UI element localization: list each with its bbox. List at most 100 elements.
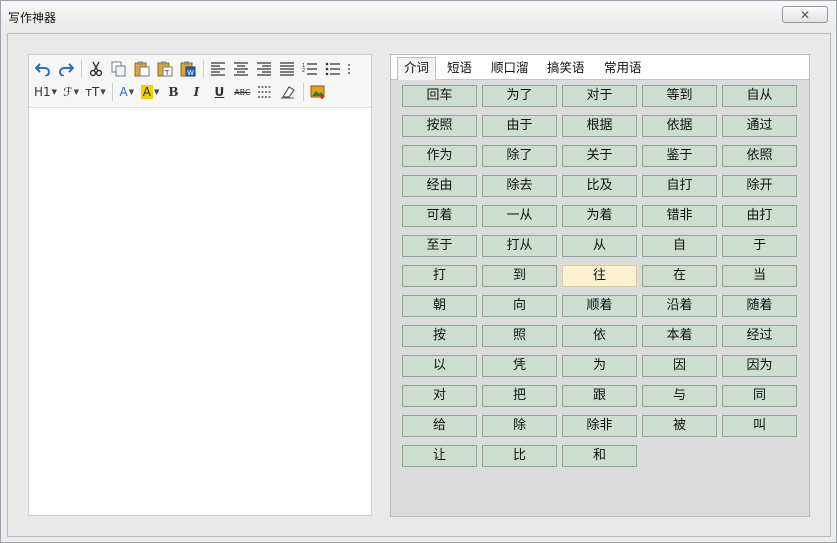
- italic-button[interactable]: I: [186, 82, 206, 102]
- heading-dropdown[interactable]: H1 ▼: [33, 82, 58, 102]
- word-button[interactable]: 回车: [402, 85, 477, 107]
- font-color-button[interactable]: A ▼: [117, 82, 137, 102]
- word-button[interactable]: 让: [402, 445, 477, 467]
- word-button[interactable]: 从: [562, 235, 637, 257]
- word-button[interactable]: 在: [642, 265, 717, 287]
- word-button[interactable]: 作为: [402, 145, 477, 167]
- word-button[interactable]: 为着: [562, 205, 637, 227]
- paste-text-button[interactable]: T: [155, 59, 175, 79]
- ordered-list-button[interactable]: 12: [300, 59, 320, 79]
- align-right-button[interactable]: [254, 59, 274, 79]
- word-button[interactable]: 同: [722, 385, 797, 407]
- word-button[interactable]: 比及: [562, 175, 637, 197]
- word-button[interactable]: 沿着: [642, 295, 717, 317]
- word-button[interactable]: 经由: [402, 175, 477, 197]
- word-button[interactable]: 于: [722, 235, 797, 257]
- copy-button[interactable]: [109, 59, 129, 79]
- align-center-button[interactable]: [231, 59, 251, 79]
- word-button[interactable]: 按照: [402, 115, 477, 137]
- chevron-down-icon: ▼: [73, 88, 79, 96]
- underline-button[interactable]: U: [209, 82, 229, 102]
- tab-0[interactable]: 介词: [397, 57, 437, 80]
- word-button[interactable]: 根据: [562, 115, 637, 137]
- font-size-dropdown[interactable]: тT ▼: [84, 82, 107, 102]
- close-button[interactable]: ✕: [782, 6, 828, 23]
- word-button[interactable]: 与: [642, 385, 717, 407]
- word-button[interactable]: 当: [722, 265, 797, 287]
- word-button[interactable]: 往: [562, 265, 637, 287]
- tab-2[interactable]: 顺口溜: [485, 58, 535, 78]
- word-button[interactable]: 朝: [402, 295, 477, 317]
- undo-button[interactable]: [33, 59, 53, 79]
- word-button[interactable]: 给: [402, 415, 477, 437]
- paste-word-button[interactable]: W: [178, 59, 198, 79]
- word-button[interactable]: 为: [562, 355, 637, 377]
- word-button[interactable]: 自打: [642, 175, 717, 197]
- word-button[interactable]: 鉴于: [642, 145, 717, 167]
- tab-4[interactable]: 常用语: [598, 58, 648, 78]
- word-button[interactable]: 至于: [402, 235, 477, 257]
- word-button[interactable]: 被: [642, 415, 717, 437]
- word-button[interactable]: 叫: [722, 415, 797, 437]
- editor-content-area[interactable]: [29, 108, 371, 515]
- word-button[interactable]: 到: [482, 265, 557, 287]
- tab-3[interactable]: 搞笑语: [541, 58, 591, 78]
- word-button[interactable]: 自: [642, 235, 717, 257]
- word-button[interactable]: 以: [402, 355, 477, 377]
- word-button[interactable]: 比: [482, 445, 557, 467]
- word-button[interactable]: 除: [482, 415, 557, 437]
- more-button[interactable]: [346, 59, 352, 79]
- word-button[interactable]: 自从: [722, 85, 797, 107]
- word-button[interactable]: 把: [482, 385, 557, 407]
- bold-button[interactable]: B: [163, 82, 183, 102]
- word-button[interactable]: 因为: [722, 355, 797, 377]
- word-button[interactable]: 跟: [562, 385, 637, 407]
- word-button[interactable]: 和: [562, 445, 637, 467]
- tab-1[interactable]: 短语: [441, 58, 478, 78]
- word-button[interactable]: 除开: [722, 175, 797, 197]
- strikethrough-button[interactable]: ABC: [232, 82, 252, 102]
- word-button[interactable]: 除去: [482, 175, 557, 197]
- justify-button[interactable]: [277, 59, 297, 79]
- word-button[interactable]: 经过: [722, 325, 797, 347]
- word-button[interactable]: 可着: [402, 205, 477, 227]
- word-button[interactable]: 依照: [722, 145, 797, 167]
- window-title: 写作神器: [8, 11, 57, 25]
- word-button[interactable]: 一从: [482, 205, 557, 227]
- bold-label: B: [168, 85, 179, 99]
- word-button[interactable]: 错非: [642, 205, 717, 227]
- word-button[interactable]: 依据: [642, 115, 717, 137]
- word-button[interactable]: 通过: [722, 115, 797, 137]
- font-family-dropdown[interactable]: ℱ ▼: [61, 82, 81, 102]
- word-button[interactable]: 打: [402, 265, 477, 287]
- unordered-list-button[interactable]: [323, 59, 343, 79]
- cut-button[interactable]: [86, 59, 106, 79]
- word-button[interactable]: 关于: [562, 145, 637, 167]
- word-button[interactable]: 随着: [722, 295, 797, 317]
- insert-image-button[interactable]: [308, 82, 328, 102]
- paste-button[interactable]: [132, 59, 152, 79]
- word-button[interactable]: 等到: [642, 85, 717, 107]
- word-button[interactable]: 打从: [482, 235, 557, 257]
- word-button[interactable]: 向: [482, 295, 557, 317]
- align-left-button[interactable]: [208, 59, 228, 79]
- word-button[interactable]: 本着: [642, 325, 717, 347]
- horizontal-rule-button[interactable]: [255, 82, 275, 102]
- word-button[interactable]: 凭: [482, 355, 557, 377]
- word-button[interactable]: 除非: [562, 415, 637, 437]
- background-color-button[interactable]: A ▼: [140, 82, 161, 102]
- word-button[interactable]: 对于: [562, 85, 637, 107]
- word-button[interactable]: 因: [642, 355, 717, 377]
- word-button[interactable]: 为了: [482, 85, 557, 107]
- word-button[interactable]: 照: [482, 325, 557, 347]
- insert-image-icon: [310, 85, 325, 99]
- word-button[interactable]: 顺着: [562, 295, 637, 317]
- word-button[interactable]: 对: [402, 385, 477, 407]
- word-button[interactable]: 由于: [482, 115, 557, 137]
- eraser-button[interactable]: [278, 82, 298, 102]
- redo-button[interactable]: [56, 59, 76, 79]
- word-button[interactable]: 由打: [722, 205, 797, 227]
- word-button[interactable]: 按: [402, 325, 477, 347]
- word-button[interactable]: 除了: [482, 145, 557, 167]
- word-button[interactable]: 依: [562, 325, 637, 347]
